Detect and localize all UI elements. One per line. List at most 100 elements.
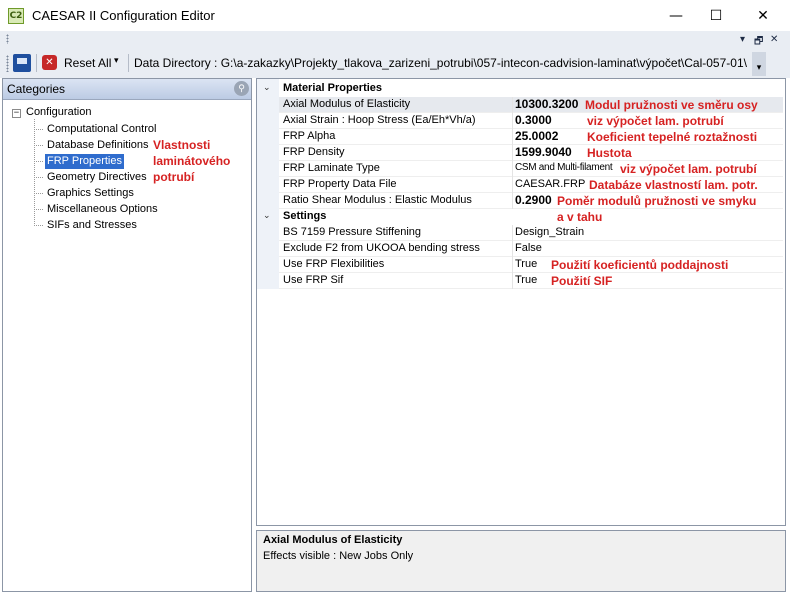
save-button[interactable] — [13, 54, 31, 72]
annotation-note: Hustota — [587, 146, 632, 160]
column-splitter[interactable] — [512, 177, 513, 193]
column-splitter[interactable] — [512, 161, 513, 177]
property-name: Axial Strain : Hoop Stress (Ea/Eh*Vh/a) — [283, 114, 476, 126]
annotation-note: viz výpočet lam. potrubí — [587, 114, 724, 128]
property-value[interactable]: 0.2900 — [515, 193, 552, 207]
save-icon — [17, 58, 27, 64]
grid-row-frp-sif[interactable]: Use FRP Sif True — [279, 273, 783, 289]
tree-connector — [34, 209, 43, 210]
tree-connector — [34, 145, 43, 146]
annotation-note: Koeficient tepelné roztažnosti — [587, 130, 758, 144]
column-splitter[interactable] — [512, 129, 513, 145]
menu-grip-icon[interactable] — [6, 34, 9, 44]
app-icon: C2 — [8, 8, 24, 24]
tree-item-miscellaneous-options[interactable]: Miscellaneous Options — [45, 202, 160, 217]
property-name: FRP Alpha — [283, 130, 336, 142]
property-value[interactable]: False — [515, 242, 542, 254]
property-value[interactable]: 0.3000 — [515, 113, 552, 127]
mdi-restore-button[interactable]: 🗗 — [754, 34, 763, 51]
tree-item-geometry-directives[interactable]: Geometry Directives — [45, 170, 149, 185]
categories-header: Categories ⚲ — [3, 79, 251, 100]
property-value[interactable]: 1599.9040 — [515, 145, 572, 159]
categories-title: Categories — [7, 82, 66, 96]
toolbar-separator — [128, 54, 129, 72]
grid-row-bs7159[interactable]: BS 7159 Pressure Stiffening Design_Strai… — [279, 225, 783, 241]
pin-icon[interactable]: ⚲ — [234, 81, 249, 96]
property-name: Ratio Shear Modulus : Elastic Modulus — [283, 194, 472, 206]
tree-item-graphics-settings[interactable]: Graphics Settings — [45, 186, 136, 201]
grid-category-material-properties[interactable]: ⌄ Material Properties — [257, 81, 785, 97]
chevron-down-icon[interactable]: ⌄ — [263, 211, 271, 221]
property-value[interactable]: Design_Strain — [515, 226, 584, 238]
property-name: Exclude F2 from UKOOA bending stress — [283, 242, 480, 254]
column-splitter[interactable] — [512, 193, 513, 209]
tree-item-computational-control[interactable]: Computational Control — [45, 122, 158, 137]
grid-row-exclude-f2[interactable]: Exclude F2 from UKOOA bending stress Fal… — [279, 241, 783, 257]
data-directory-label: Data Directory : G:\a-zakazky\Projekty_t… — [134, 56, 747, 70]
annotation-note: Modul pružnosti ve směru osy — [585, 98, 758, 112]
toolbar-separator — [36, 54, 37, 72]
grid-gutter — [257, 79, 279, 289]
annotation-note: Vlastnosti — [153, 138, 211, 152]
toolbar-area — [0, 31, 790, 78]
mdi-pin-button[interactable]: ▾ — [740, 34, 745, 45]
column-splitter[interactable] — [512, 225, 513, 241]
close-button[interactable]: ✕ — [740, 0, 786, 31]
annotation-note: potrubí — [153, 170, 195, 184]
column-splitter[interactable] — [512, 113, 513, 129]
title-bar: C2 CAESAR II Configuration Editor — ☐ ✕ — [0, 0, 790, 31]
chevron-down-icon[interactable]: ▾ — [114, 56, 119, 66]
column-splitter[interactable] — [512, 241, 513, 257]
property-value[interactable]: CSM and Multi-filament — [515, 162, 613, 173]
column-splitter[interactable] — [512, 145, 513, 161]
tree-connector — [34, 161, 43, 162]
property-name: FRP Laminate Type — [283, 162, 380, 174]
description-text: Effects visible : New Jobs Only — [263, 550, 414, 562]
annotation-note: Použití SIF — [551, 274, 613, 288]
tree-connector — [34, 225, 43, 226]
tree-connector — [34, 177, 43, 178]
property-name: Axial Modulus of Elasticity — [283, 98, 411, 110]
description-title: Axial Modulus of Elasticity — [263, 534, 403, 546]
column-splitter[interactable] — [512, 273, 513, 289]
tree-collapse-toggle[interactable]: − — [12, 109, 21, 118]
property-value[interactable]: True — [515, 258, 537, 270]
property-name: Use FRP Flexibilities — [283, 258, 385, 270]
property-name: Use FRP Sif — [283, 274, 344, 286]
grid-row-frp-density[interactable]: FRP Density 1599.9040 — [279, 145, 783, 161]
annotation-note: Poměr modulů pružnosti ve smyku — [557, 194, 757, 208]
window-title: CAESAR II Configuration Editor — [32, 8, 215, 23]
tree-item-database-definitions[interactable]: Database Definitions — [45, 138, 151, 153]
reset-icon[interactable]: ✕ — [42, 55, 57, 70]
category-label: Settings — [283, 210, 327, 222]
mdi-close-button[interactable]: ✕ — [770, 34, 778, 45]
property-name: FRP Density — [283, 146, 345, 158]
property-value[interactable]: True — [515, 274, 537, 286]
toolbar-overflow-button[interactable]: ▾ — [752, 52, 766, 76]
category-label: Material Properties — [283, 82, 383, 94]
column-splitter[interactable] — [512, 257, 513, 273]
tree-item-frp-properties[interactable]: FRP Properties — [45, 154, 124, 169]
tree-item-sifs-and-stresses[interactable]: SIFs and Stresses — [45, 218, 139, 233]
property-value[interactable]: 25.0002 — [515, 129, 558, 143]
annotation-note: a v tahu — [557, 210, 603, 224]
tree-connector — [34, 193, 43, 194]
property-value[interactable]: CAESAR.FRP — [515, 178, 585, 190]
property-name: FRP Property Data File — [283, 178, 397, 190]
annotation-note: viz výpočet lam. potrubí — [620, 162, 757, 176]
reset-all-button[interactable]: Reset All — [64, 56, 111, 70]
column-splitter[interactable] — [512, 97, 513, 113]
property-grid: ⌄ Material Properties Axial Modulus of E… — [256, 78, 786, 526]
annotation-note: Databáze vlastností lam. potr. — [589, 178, 758, 192]
annotation-note: Použití koeficientů poddajnosti — [551, 258, 729, 272]
property-value[interactable]: 10300.3200 — [515, 97, 578, 111]
grid-category-settings[interactable]: ⌄ Settings — [257, 209, 785, 225]
property-name: BS 7159 Pressure Stiffening — [283, 226, 421, 238]
chevron-down-icon[interactable]: ⌄ — [263, 83, 271, 93]
annotation-note: laminátového — [153, 154, 231, 168]
toolbar-grip-icon[interactable] — [6, 55, 9, 72]
tree-root-configuration[interactable]: Configuration — [26, 106, 91, 118]
maximize-button[interactable]: ☐ — [693, 0, 739, 31]
tree-connector — [34, 129, 43, 130]
description-panel: Axial Modulus of Elasticity Effects visi… — [256, 530, 786, 592]
